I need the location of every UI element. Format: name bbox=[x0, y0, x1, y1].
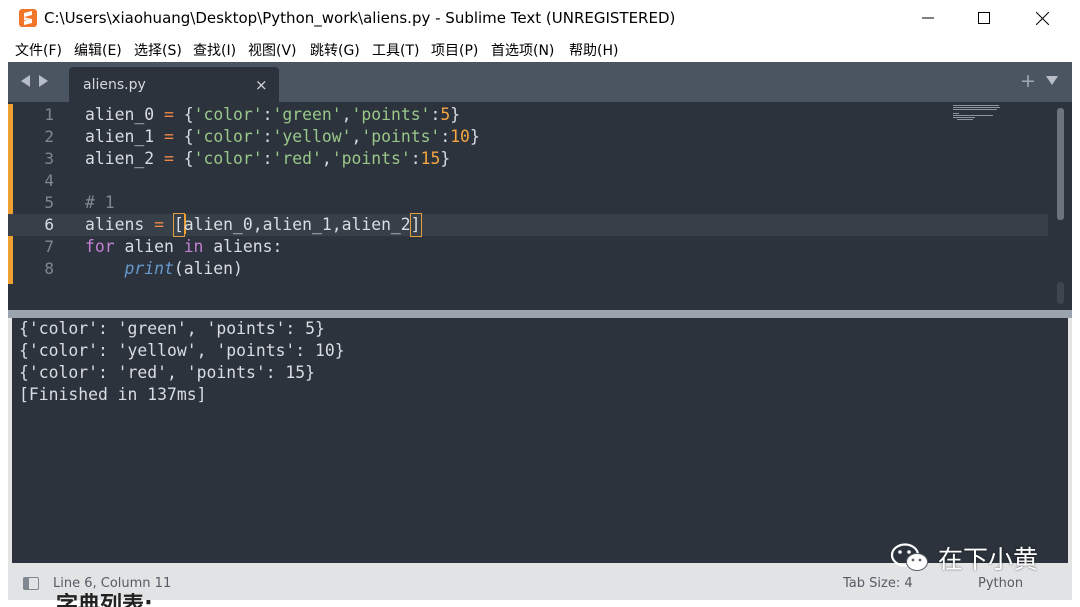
code-comment: # 1 bbox=[85, 193, 115, 212]
output-line: [Finished in 137ms] bbox=[19, 385, 207, 404]
tab-bar: aliens.py × + bbox=[8, 62, 1072, 102]
menu-selection[interactable]: 选择(S) bbox=[134, 40, 182, 60]
line-number: 1 bbox=[44, 105, 54, 124]
menu-bar: 文件(F) 编辑(E) 选择(S) 查找(I) 视图(V) 跳转(G) 工具(T… bbox=[0, 36, 1080, 62]
menu-edit[interactable]: 编辑(E) bbox=[74, 40, 122, 60]
tab-nav-arrows-icon[interactable] bbox=[20, 74, 50, 88]
menu-preferences[interactable]: 首选项(N) bbox=[491, 40, 554, 60]
minimize-icon bbox=[922, 17, 934, 19]
line-number: 3 bbox=[44, 149, 54, 168]
title-bar: C:\Users\xiaohuang\Desktop\Python_work\a… bbox=[0, 0, 1080, 36]
line-number: 4 bbox=[44, 171, 54, 190]
page-caption-cropped: 字典列表: bbox=[56, 593, 176, 607]
watermark-text: 在下小黄 bbox=[938, 545, 1039, 574]
minimap[interactable] bbox=[953, 104, 1003, 124]
watermark: 在下小黄 bbox=[890, 540, 1038, 576]
code-text: alien_1 = {'color':'yellow','points':10} bbox=[85, 127, 480, 146]
tab-label: aliens.py bbox=[83, 77, 146, 93]
code-text: for alien in aliens: bbox=[85, 237, 283, 256]
build-output-panel[interactable]: {'color': 'green', 'points': 5} {'color'… bbox=[12, 318, 1068, 563]
sublime-text-app-icon bbox=[19, 9, 37, 27]
panel-splitter[interactable] bbox=[8, 310, 1072, 318]
tab-size-selector[interactable]: Tab Size: 4 bbox=[843, 576, 913, 591]
code-text: aliens = [alien_0,alien_1,alien_2] bbox=[85, 213, 422, 237]
output-line: {'color': 'green', 'points': 5} bbox=[19, 319, 325, 338]
code-text: alien_0 = {'color':'green','points':5} bbox=[85, 105, 461, 124]
code-line[interactable]: 5 # 1 bbox=[8, 192, 1048, 214]
tab-list-chevron-down-icon[interactable] bbox=[1046, 76, 1058, 85]
panel-toggle-icon[interactable] bbox=[23, 577, 39, 590]
window-title: C:\Users\xiaohuang\Desktop\Python_work\a… bbox=[44, 9, 676, 27]
line-number: 8 bbox=[44, 259, 54, 278]
menu-project[interactable]: 项目(P) bbox=[431, 40, 478, 60]
line-number: 2 bbox=[44, 127, 54, 146]
menu-goto[interactable]: 跳转(G) bbox=[310, 40, 360, 60]
code-text: print(alien) bbox=[124, 259, 243, 278]
maximize-icon bbox=[978, 12, 990, 24]
code-line[interactable]: 2 alien_1 = {'color':'yellow','points':1… bbox=[8, 126, 1048, 148]
minimize-button[interactable] bbox=[899, 0, 957, 36]
editor-scrollbar[interactable] bbox=[1057, 108, 1064, 220]
text-cursor bbox=[183, 214, 186, 234]
close-icon bbox=[1035, 11, 1049, 25]
output-line: {'color': 'red', 'points': 15} bbox=[19, 363, 316, 382]
code-line-current[interactable]: 6 aliens = [alien_0,alien_1,alien_2] bbox=[8, 213, 1048, 237]
editor-scrollbar-track[interactable] bbox=[1057, 282, 1064, 304]
maximize-button[interactable] bbox=[955, 0, 1013, 36]
code-line[interactable]: 7 for alien in aliens: bbox=[8, 236, 1048, 258]
cursor-position[interactable]: Line 6, Column 11 bbox=[53, 576, 171, 591]
tab-aliens-py[interactable]: aliens.py × bbox=[69, 67, 279, 102]
code-text: alien_2 = {'color':'red','points':15} bbox=[85, 149, 451, 168]
code-line[interactable]: 4 bbox=[8, 170, 1048, 192]
tab-close-icon[interactable]: × bbox=[255, 76, 268, 94]
code-line[interactable]: 3 alien_2 = {'color':'red','points':15} bbox=[8, 148, 1048, 170]
line-number: 6 bbox=[44, 215, 54, 234]
code-editor[interactable]: 1 alien_0 = {'color':'green','points':5}… bbox=[8, 102, 1072, 310]
menu-find[interactable]: 查找(I) bbox=[193, 40, 236, 60]
menu-tools[interactable]: 工具(T) bbox=[372, 40, 419, 60]
output-line: {'color': 'yellow', 'points': 10} bbox=[19, 341, 345, 360]
code-line[interactable]: 1 alien_0 = {'color':'green','points':5} bbox=[8, 104, 1048, 126]
menu-view[interactable]: 视图(V) bbox=[248, 40, 297, 60]
close-button[interactable] bbox=[1013, 0, 1071, 36]
new-tab-icon[interactable]: + bbox=[1020, 70, 1036, 92]
line-number: 5 bbox=[44, 193, 54, 212]
page-caption-text: 字典列表: bbox=[56, 593, 153, 607]
wechat-logo-icon bbox=[890, 543, 928, 571]
menu-help[interactable]: 帮助(H) bbox=[569, 40, 618, 60]
menu-file[interactable]: 文件(F) bbox=[15, 40, 62, 60]
line-number: 7 bbox=[44, 237, 54, 256]
code-line[interactable]: 8 print(alien) bbox=[8, 258, 1048, 280]
syntax-selector[interactable]: Python bbox=[978, 576, 1023, 591]
